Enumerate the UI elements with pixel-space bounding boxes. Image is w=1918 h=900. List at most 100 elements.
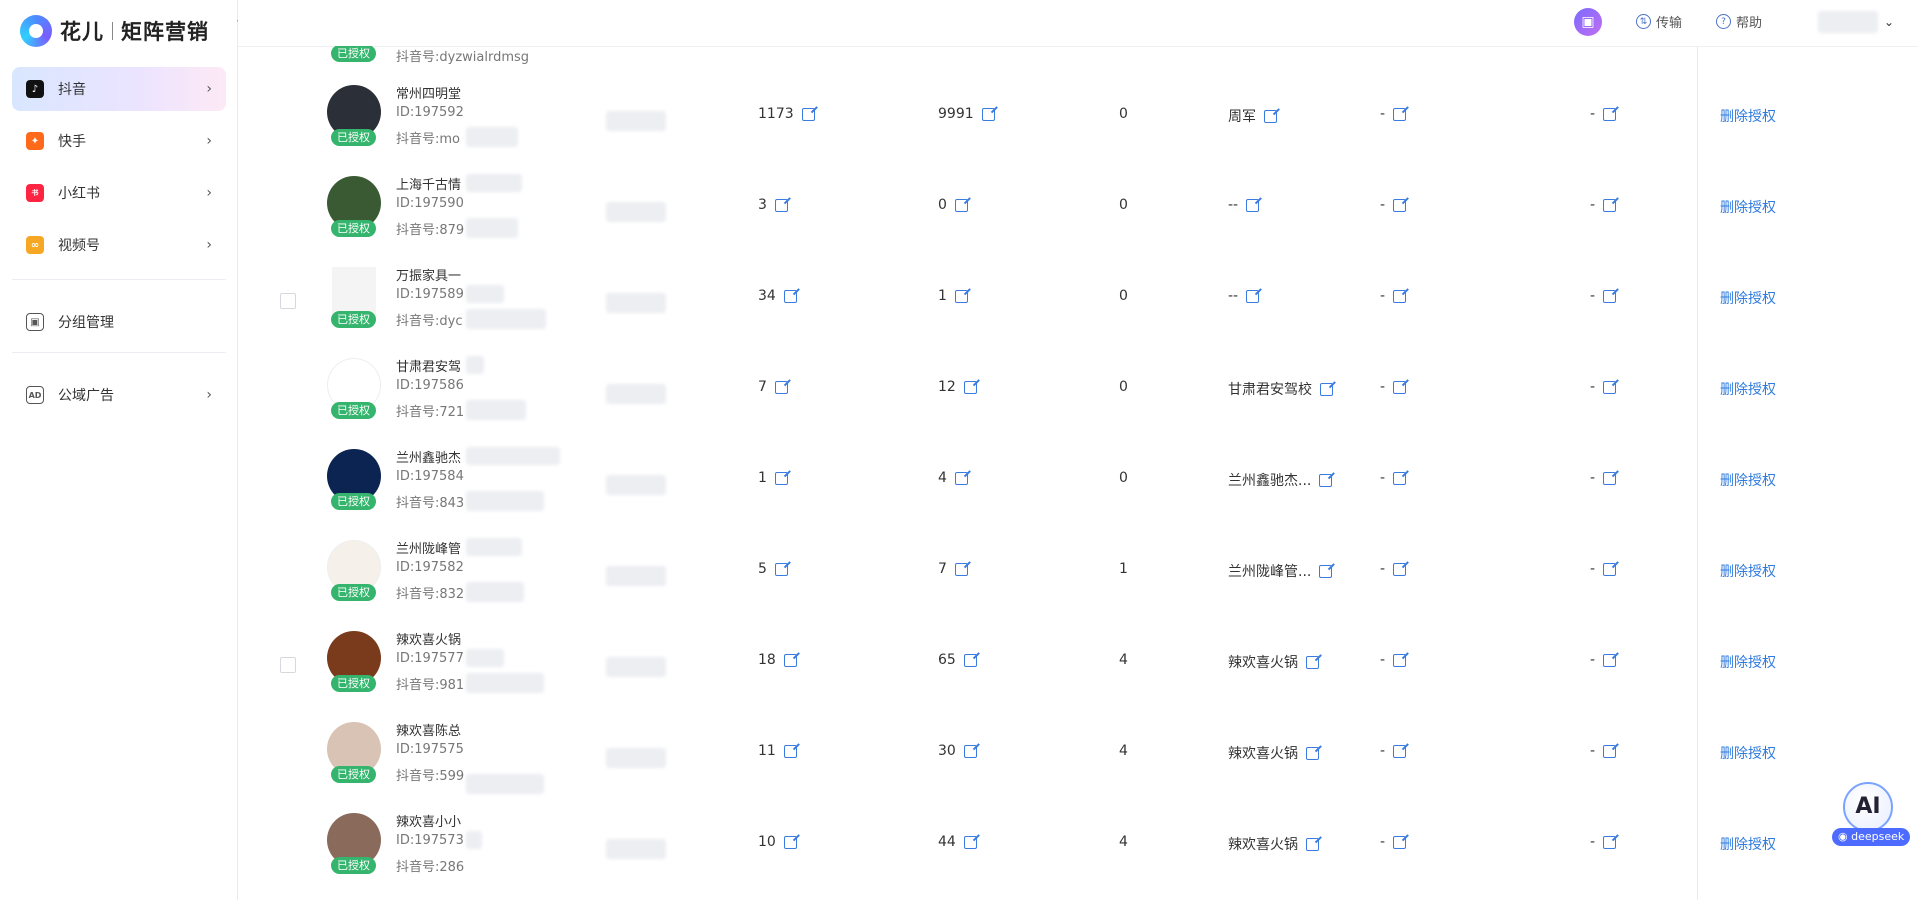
edit-icon[interactable] [963,744,977,758]
sidebar-item-douyin[interactable]: ♪ 抖音 › [12,67,226,111]
kuaishou-icon: ✦ [26,132,44,150]
sidebar: 花儿 矩阵营销 ♪ 抖音 › ✦ 快手 › 书 小红书 › ∞ 视频号 › ▣ … [0,0,238,900]
auth-badge: 已授权 [331,675,376,692]
edit-icon[interactable] [1393,562,1407,576]
transfer-button[interactable]: ⇅ 传输 [1636,12,1682,31]
delete-auth-link[interactable]: 删除授权 [1720,470,1776,490]
edit-icon[interactable] [1306,655,1319,669]
field-cell-6: - [1590,379,1617,395]
row-checkbox[interactable] [280,293,296,309]
edit-icon[interactable] [1603,107,1617,121]
edit-icon[interactable] [1306,837,1319,851]
auth-badge: 已授权 [331,129,376,146]
edit-icon[interactable] [954,562,968,576]
delete-auth-link[interactable]: 删除授权 [1720,652,1776,672]
user-menu[interactable]: ⌄ [1818,10,1902,34]
delete-auth-link[interactable]: 删除授权 [1720,106,1776,126]
delete-auth-link[interactable]: 删除授权 [1720,561,1776,581]
row-checkbox[interactable] [280,657,296,673]
edit-icon[interactable] [774,198,788,212]
edit-icon[interactable] [783,744,797,758]
edit-icon[interactable] [774,380,788,394]
edit-icon[interactable] [774,471,788,485]
edit-icon[interactable] [1264,109,1277,123]
edit-icon[interactable] [1246,289,1260,303]
metric-cell-1: 34 [758,288,797,304]
edit-icon[interactable] [1319,564,1333,578]
edit-icon[interactable] [774,562,788,576]
field-value: - [1380,288,1386,304]
redacted-block [466,673,544,693]
edit-icon[interactable] [1306,746,1319,760]
edit-icon[interactable] [1603,198,1617,212]
edit-icon[interactable] [1603,744,1617,758]
sidebar-item-group-manage[interactable]: ▣ 分组管理 [12,300,226,344]
edit-icon[interactable] [1393,198,1407,212]
edit-icon[interactable] [1393,471,1407,485]
edit-icon[interactable] [1603,653,1617,667]
owner-cell: -- [1228,288,1260,304]
edit-icon[interactable] [963,653,977,667]
redacted-block [466,538,522,556]
device-icon[interactable]: ▣ [1574,8,1602,36]
edit-icon[interactable] [783,653,797,667]
sidebar-item-public-ads[interactable]: AD 公域广告 › [12,373,226,417]
edit-icon[interactable] [963,380,977,394]
auth-badge: 已授权 [331,220,376,237]
owner-cell: 兰州鑫驰杰... [1228,470,1333,490]
edit-icon[interactable] [1393,107,1407,121]
sidebar-item-shipinhao[interactable]: ∞ 视频号 › [12,223,226,267]
field-value: - [1590,743,1596,759]
edit-icon[interactable] [954,198,968,212]
sidebar-item-kuaishou[interactable]: ✦ 快手 › [12,119,226,163]
edit-icon[interactable] [1319,473,1333,487]
chevron-right-icon: › [206,133,212,149]
edit-icon[interactable] [1393,835,1407,849]
auth-badge: 已授权 [331,493,376,510]
owner-value: 辣欢喜火锅 [1228,655,1298,671]
account-name: 兰州鑫驰杰 [396,451,462,466]
edit-icon[interactable] [1393,744,1407,758]
delete-auth-link[interactable]: 删除授权 [1720,743,1776,763]
edit-icon[interactable] [1393,653,1407,667]
edit-icon[interactable] [1603,471,1617,485]
edit-icon[interactable] [963,835,977,849]
delete-auth-link[interactable]: 删除授权 [1720,288,1776,308]
redacted-block [466,400,526,420]
delete-auth-link[interactable]: 删除授权 [1720,379,1776,399]
edit-icon[interactable] [1603,289,1617,303]
delete-auth-link[interactable]: 删除授权 [1720,834,1776,854]
edit-icon[interactable] [981,107,995,121]
field-cell-6: - [1590,106,1617,122]
ai-assistant-button[interactable]: AI ◉ deepseek [1832,782,1912,852]
delete-auth-link[interactable]: 删除授权 [1720,197,1776,217]
edit-icon[interactable] [954,289,968,303]
redacted-block [606,111,666,131]
metric-cell-2: 30 [938,743,977,759]
edit-icon[interactable] [1603,835,1617,849]
edit-icon[interactable] [954,471,968,485]
group-icon: ▣ [26,313,44,331]
table-row: 已授权 辣欢喜陈总 ID:197575 抖音号:599 11 30 4 辣欢喜火… [238,712,1918,803]
edit-icon[interactable] [801,107,815,121]
redacted-block [466,127,518,147]
edit-icon[interactable] [1393,289,1407,303]
redacted-block [606,384,666,404]
owner-value: 兰州鑫驰杰... [1228,473,1312,489]
owner-value: 辣欢喜火锅 [1228,837,1298,853]
metric-cell-3: 4 [1119,743,1128,759]
xiaohongshu-icon: 书 [26,184,44,202]
edit-icon[interactable] [783,289,797,303]
edit-icon[interactable] [783,835,797,849]
edit-icon[interactable] [1603,562,1617,576]
edit-icon[interactable] [1393,380,1407,394]
edit-icon[interactable] [1320,382,1333,396]
help-button[interactable]: ? 帮助 [1716,12,1762,31]
edit-icon[interactable] [1603,380,1617,394]
edit-icon[interactable] [1246,198,1260,212]
brand-logo: 花儿 矩阵营销 [20,14,209,48]
sidebar-item-xiaohongshu[interactable]: 书 小红书 › [12,171,226,215]
auth-badge: 已授权 [331,311,376,328]
account-handle: 抖音号:mo [396,132,460,147]
metric-cell-3: 4 [1119,652,1128,668]
